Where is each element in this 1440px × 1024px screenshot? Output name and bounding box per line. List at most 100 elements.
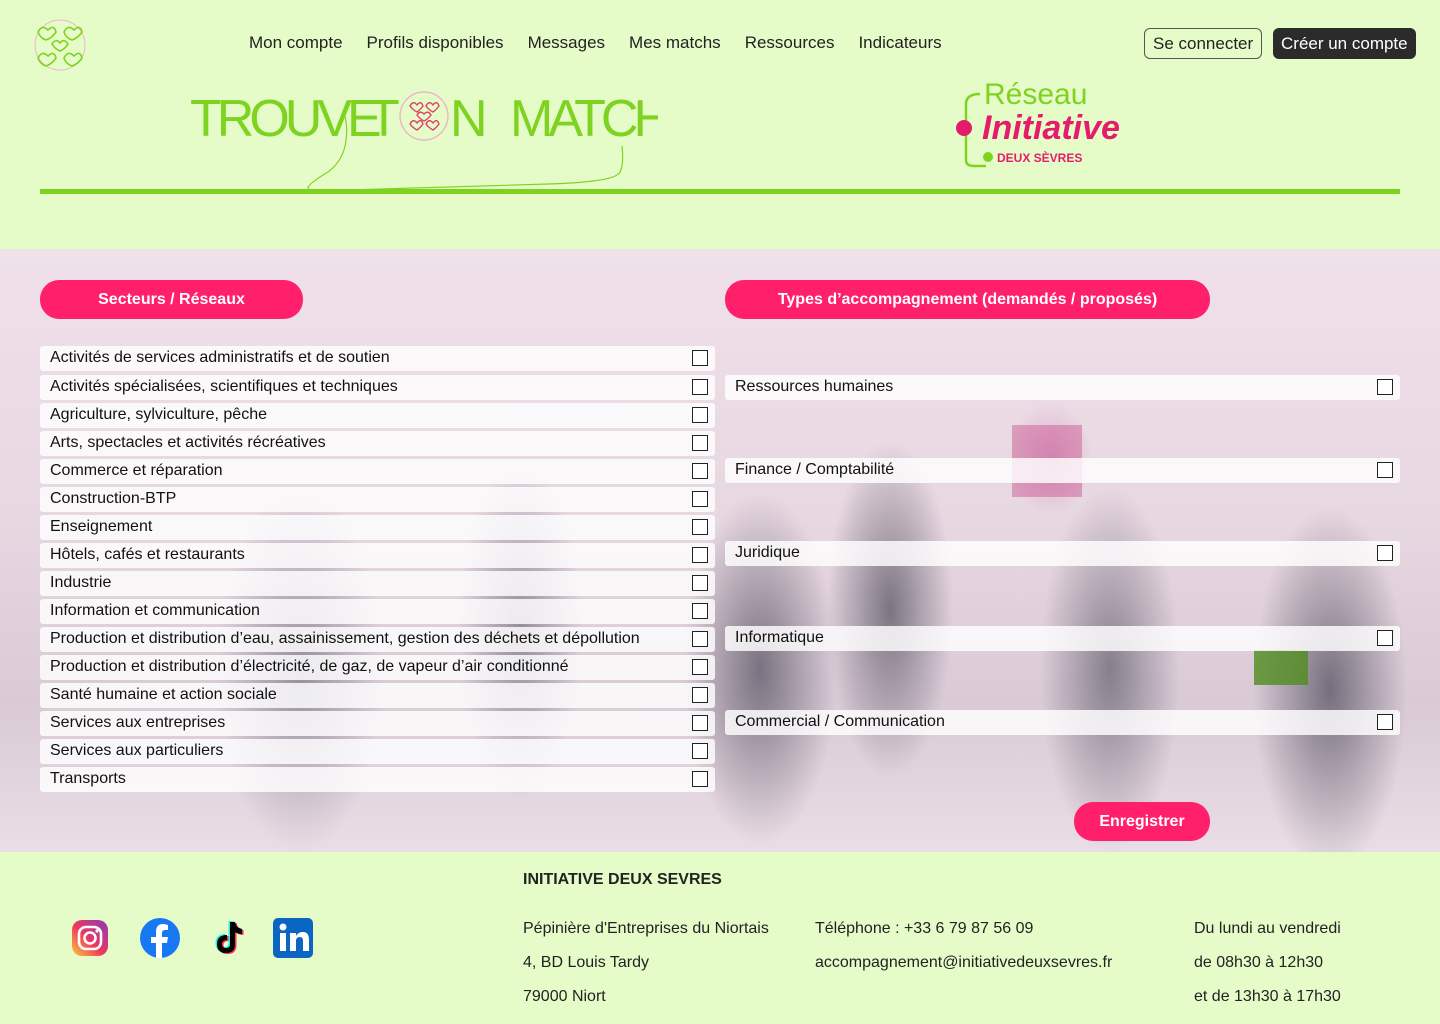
support-row[interactable]: Informatique <box>725 626 1400 651</box>
sector-label: Activités de services administratifs et … <box>50 349 390 366</box>
sector-row[interactable]: Information et communication <box>40 599 715 624</box>
logo-reseau-text: Réseau <box>984 78 1087 111</box>
sectors-heading: Secteurs / Réseaux <box>40 280 303 319</box>
sector-row[interactable]: Activités de services administratifs et … <box>40 346 715 371</box>
sector-checkbox[interactable] <box>692 715 708 731</box>
trouve-ton-match-logo: TROUVE T N MATCH <box>190 90 658 192</box>
sector-row[interactable]: Construction-BTP <box>40 487 715 512</box>
sector-label: Services aux entreprises <box>50 714 226 731</box>
sector-label: Arts, spectacles et activités récréative… <box>50 434 326 451</box>
support-checkbox[interactable] <box>1377 462 1393 478</box>
login-button[interactable]: Se connecter <box>1144 28 1263 59</box>
footer-address-line: Pépinière d'Entreprises du Niortais <box>523 920 769 937</box>
sector-label: Services aux particuliers <box>50 742 224 759</box>
footer-hours-line: de 08h30 à 12h30 <box>1194 954 1324 971</box>
logo-word-match: MATCH <box>510 90 658 148</box>
sector-label: Information et communication <box>50 602 260 619</box>
header-divider <box>40 189 1400 194</box>
footer-hours-line: Du lundi au vendredi <box>1194 920 1341 937</box>
sector-checkbox[interactable] <box>692 463 708 479</box>
support-checkbox[interactable] <box>1377 714 1393 730</box>
support-checkbox[interactable] <box>1377 545 1393 561</box>
sector-checkbox[interactable] <box>692 519 708 535</box>
footer-address-line: 79000 Niort <box>523 988 606 1005</box>
sector-label: Activités spécialisées, scientifiques et… <box>50 378 398 395</box>
sector-checkbox[interactable] <box>692 687 708 703</box>
facebook-icon[interactable] <box>140 918 180 958</box>
decorative-green-square <box>1254 650 1308 685</box>
support-row[interactable]: Ressources humaines <box>725 375 1400 400</box>
sector-checkbox[interactable] <box>692 575 708 591</box>
footer-address-line: 4, BD Louis Tardy <box>523 954 649 971</box>
sector-label: Agriculture, sylviculture, pêche <box>50 406 267 423</box>
sector-row[interactable]: Services aux entreprises <box>40 711 715 736</box>
sector-label: Production et distribution d’eau, assain… <box>50 630 640 647</box>
footer-email-link[interactable]: accompagnement@initiativedeuxsevres.fr <box>815 954 1112 972</box>
sector-row[interactable]: Services aux particuliers <box>40 739 715 764</box>
sector-row[interactable]: Transports <box>40 767 715 792</box>
sector-label: Santé humaine et action sociale <box>50 686 277 703</box>
sector-label: Hôtels, cafés et restaurants <box>50 546 245 563</box>
sector-checkbox[interactable] <box>692 350 708 366</box>
sector-row[interactable]: Production et distribution d’électricité… <box>40 655 715 680</box>
sector-checkbox[interactable] <box>692 743 708 759</box>
logo-letter-t: T <box>368 90 399 148</box>
main-nav: Mon compte Profils disponibles Messages … <box>249 33 942 53</box>
sector-label: Commerce et réparation <box>50 462 223 479</box>
sector-row[interactable]: Santé humaine et action sociale <box>40 683 715 708</box>
sector-checkbox[interactable] <box>692 771 708 787</box>
support-label: Finance / Comptabilité <box>735 461 895 478</box>
signup-button[interactable]: Créer un compte <box>1273 28 1416 59</box>
footer-phone: Téléphone : +33 6 79 87 56 09 <box>815 920 1034 937</box>
sector-label: Production et distribution d’électricité… <box>50 658 569 675</box>
sector-label: Enseignement <box>50 518 153 535</box>
support-checkbox[interactable] <box>1377 630 1393 646</box>
support-label: Juridique <box>735 544 800 561</box>
sector-checkbox[interactable] <box>692 379 708 395</box>
sector-checkbox[interactable] <box>692 631 708 647</box>
sector-checkbox[interactable] <box>692 491 708 507</box>
nav-mes-matchs[interactable]: Mes matchs <box>629 33 721 53</box>
support-row[interactable]: Juridique <box>725 541 1400 566</box>
site-header: Mon compte Profils disponibles Messages … <box>0 0 1440 249</box>
sector-row[interactable]: Arts, spectacles et activités récréative… <box>40 431 715 456</box>
sector-row[interactable]: Industrie <box>40 571 715 596</box>
sector-row[interactable]: Commerce et réparation <box>40 459 715 484</box>
logo-initiative-text: Initiative <box>982 109 1120 147</box>
sector-row[interactable]: Activités spécialisées, scientifiques et… <box>40 375 715 400</box>
sector-row[interactable]: Production et distribution d’eau, assain… <box>40 627 715 652</box>
nav-messages[interactable]: Messages <box>528 33 605 53</box>
support-row[interactable]: Finance / Comptabilité <box>725 458 1400 483</box>
linkedin-icon[interactable] <box>273 918 313 958</box>
support-label: Informatique <box>735 629 824 646</box>
sector-row[interactable]: Enseignement <box>40 515 715 540</box>
support-row[interactable]: Commercial / Communication <box>725 710 1400 735</box>
sector-checkbox[interactable] <box>692 547 708 563</box>
tiktok-icon[interactable] <box>207 918 247 958</box>
logo-letter-n: N <box>450 90 484 148</box>
preferences-section: Secteurs / Réseaux Types d’accompagnemen… <box>0 249 1440 852</box>
support-types-heading: Types d’accompagnement (demandés / propo… <box>725 280 1210 319</box>
nav-mon-compte[interactable]: Mon compte <box>249 33 343 53</box>
sector-checkbox[interactable] <box>692 435 708 451</box>
sector-checkbox[interactable] <box>692 659 708 675</box>
sector-row[interactable]: Hôtels, cafés et restaurants <box>40 543 715 568</box>
instagram-icon[interactable] <box>70 918 110 958</box>
nav-ressources[interactable]: Ressources <box>745 33 835 53</box>
sector-label: Industrie <box>50 574 112 591</box>
sector-row[interactable]: Agriculture, sylviculture, pêche <box>40 403 715 428</box>
sector-checkbox[interactable] <box>692 603 708 619</box>
save-button[interactable]: Enregistrer <box>1074 802 1210 841</box>
nav-indicateurs[interactable]: Indicateurs <box>858 33 941 53</box>
support-checkbox[interactable] <box>1377 379 1393 395</box>
logo-word-trouve: TROUVE <box>190 90 380 148</box>
logo-heart-o-icon <box>399 91 449 141</box>
heart-logo-icon[interactable] <box>32 18 88 72</box>
support-label: Commercial / Communication <box>735 713 945 730</box>
logo-deux-sevres-text: DEUX SÈVRES <box>997 150 1082 165</box>
nav-profils-disponibles[interactable]: Profils disponibles <box>367 33 504 53</box>
sector-checkbox[interactable] <box>692 407 708 423</box>
site-footer: INITIATIVE DEUX SEVRES Pépinière d'Entre… <box>0 852 1440 1024</box>
sector-label: Construction-BTP <box>50 490 177 507</box>
footer-title: INITIATIVE DEUX SEVRES <box>523 871 722 888</box>
